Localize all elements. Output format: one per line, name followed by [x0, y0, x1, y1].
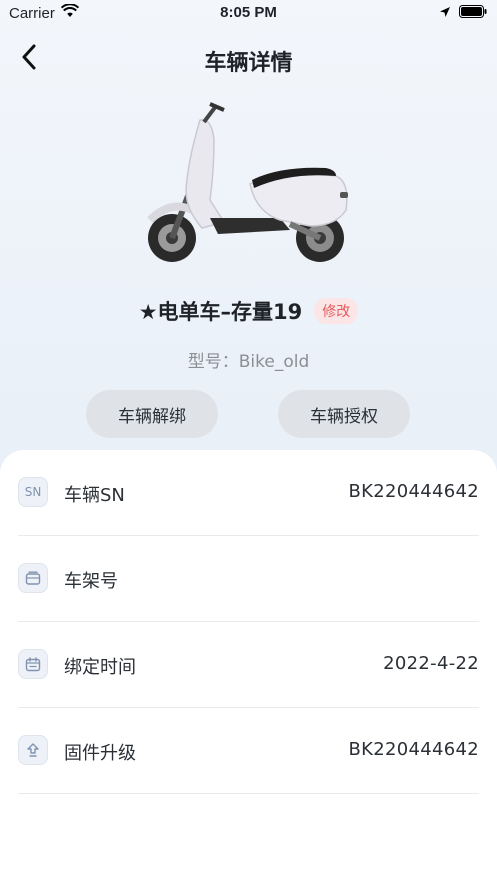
vehicle-name-row: ★电单车–存量19 修改	[0, 296, 497, 326]
detail-value: BK220444642	[348, 481, 479, 502]
vehicle-model: 型号：Bike_old	[187, 352, 310, 372]
location-arrow-icon	[439, 5, 451, 22]
details-card: SN 车辆SN BK220444642 车架号 绑定时间 2022-4-22 固…	[0, 450, 497, 883]
status-bar: Carrier 8:05 PM	[0, 0, 497, 26]
status-right	[439, 5, 487, 22]
authorize-vehicle-button[interactable]: 车辆授权	[278, 390, 410, 438]
navigation-bar: 车辆详情	[0, 36, 497, 80]
upgrade-icon	[18, 735, 48, 765]
detail-row-frame-number[interactable]: 车架号	[18, 536, 479, 622]
frame-icon	[18, 563, 48, 593]
detail-row-bind-time[interactable]: 绑定时间 2022-4-22	[18, 622, 479, 708]
battery-icon	[459, 5, 487, 22]
detail-label: 固件升级	[64, 743, 136, 764]
calendar-icon	[18, 649, 48, 679]
detail-label: 绑定时间	[64, 657, 136, 678]
clock: 8:05 PM	[220, 4, 277, 21]
detail-value: BK220444642	[348, 739, 479, 760]
scooter-image	[140, 100, 358, 265]
unbind-vehicle-button[interactable]: 车辆解绑	[86, 390, 218, 438]
page-title: 车辆详情	[204, 51, 293, 76]
edit-button[interactable]: 修改	[314, 298, 359, 324]
detail-row-sn[interactable]: SN 车辆SN BK220444642	[18, 450, 479, 536]
sn-icon-text: SN	[24, 485, 42, 499]
detail-row-firmware-upgrade[interactable]: 固件升级 BK220444642	[18, 708, 479, 794]
vehicle-name: ★电单车–存量19	[138, 300, 303, 324]
detail-value: 2022-4-22	[383, 653, 479, 674]
detail-label: 车架号	[64, 571, 118, 592]
detail-label: 车辆SN	[64, 485, 125, 506]
sn-icon: SN	[18, 477, 48, 507]
